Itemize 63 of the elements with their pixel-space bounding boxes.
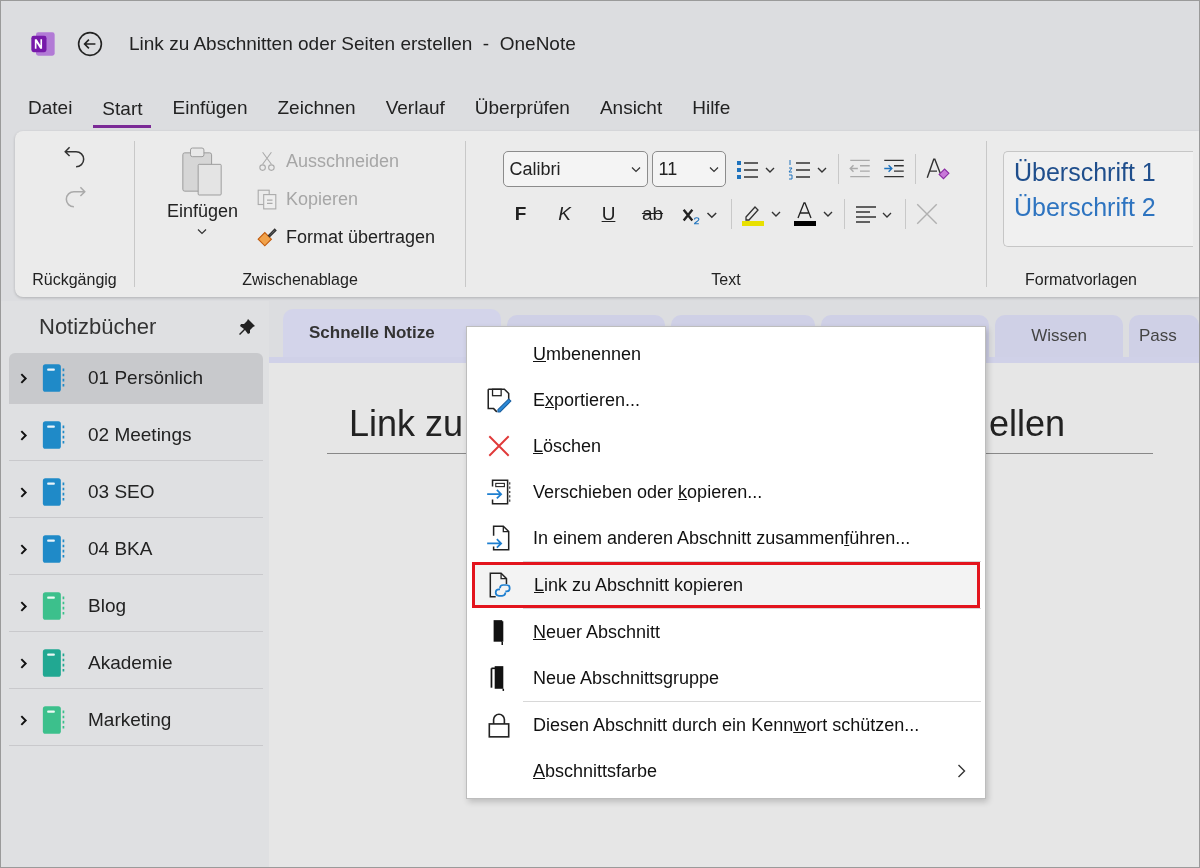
chevron-right-icon xyxy=(19,599,28,613)
menu-tab[interactable]: Hilfe xyxy=(683,88,740,130)
clipboard-button[interactable]: Format übertragen xyxy=(252,219,440,255)
back-icon[interactable] xyxy=(77,31,103,57)
font-size-dropdown[interactable]: 11 xyxy=(651,151,726,187)
menu-tab[interactable]: Zeichnen xyxy=(268,88,365,130)
page-title: Link zu xyxy=(349,403,464,445)
menu-item[interactable]: Neue Abschnittsgruppe xyxy=(471,655,981,701)
notebook-item[interactable]: 01 Persönlich xyxy=(9,353,263,404)
paste-button[interactable]: Einfügen xyxy=(160,143,244,253)
menu-item[interactable]: Löschen xyxy=(471,423,981,469)
paintbrush-icon xyxy=(256,226,278,248)
menu-item[interactable]: Exportieren... xyxy=(471,377,981,423)
chevron-right-icon xyxy=(19,656,28,670)
chevron-right-icon xyxy=(19,428,28,442)
copy-icon xyxy=(256,188,278,210)
section-tab[interactable]: Wissen xyxy=(995,315,1123,357)
chevron-right-icon xyxy=(19,542,28,556)
chevron-right-icon xyxy=(19,485,28,499)
font-dropdown[interactable]: Calibri xyxy=(502,151,648,187)
chevron-right-icon xyxy=(19,371,28,385)
heading-style[interactable]: Überschrift 1 xyxy=(1014,158,1183,187)
menu-item[interactable]: Verschieben oder kopieren... xyxy=(471,469,981,515)
menu-tab[interactable]: Ansicht xyxy=(590,88,672,130)
heading-style[interactable]: Überschrift 2 xyxy=(1014,193,1183,222)
chevron-down-icon xyxy=(197,228,208,235)
onenote-logo-icon xyxy=(29,30,57,58)
chevron-down-icon xyxy=(708,165,719,173)
notebook-item[interactable]: 02 Meetings xyxy=(9,410,263,461)
group-label: Rückgängig xyxy=(32,271,117,290)
chevron-right-icon xyxy=(19,713,28,727)
pin-icon[interactable] xyxy=(237,317,257,337)
menu-item[interactable]: In einem anderen Abschnitt zusammenführen... xyxy=(471,515,981,561)
bold-button[interactable]: F xyxy=(502,199,539,229)
underline-button[interactable]: U xyxy=(590,199,627,229)
group-label: Zwischenablage xyxy=(242,271,358,290)
window-title: Link zu Abschnitten oder Seiten erstellen - OneNote xyxy=(129,33,576,55)
scissors-icon xyxy=(256,150,278,172)
menu-item[interactable]: Neuer Abschnitt xyxy=(471,609,981,655)
chevron-down-icon xyxy=(630,165,641,173)
sidebar-title: Notizbücher xyxy=(39,314,157,340)
group-label: Formatvorlagen xyxy=(1024,271,1137,290)
move-section-icon xyxy=(485,478,513,506)
menu-tab[interactable]: Start xyxy=(93,90,152,128)
strike-button[interactable]: ab xyxy=(634,199,671,229)
notebook-item[interactable]: 03 SEO xyxy=(9,467,263,518)
notebook-item[interactable]: Akademie xyxy=(9,638,263,689)
menu-item[interactable]: Abschnittsfarbe xyxy=(471,748,981,794)
italic-button[interactable]: K xyxy=(546,199,583,229)
menu-tab[interactable]: Datei xyxy=(19,88,82,130)
save-pen-icon xyxy=(485,386,513,414)
menu-tab[interactable]: Einfügen xyxy=(163,88,257,130)
menu-tab[interactable]: Überprüfen xyxy=(465,88,579,130)
menu-item[interactable]: Diesen Abschnitt durch ein Kennwort schützen... xyxy=(471,702,981,748)
menu-item[interactable]: Link zu Abschnitt kopieren xyxy=(472,562,980,608)
section-tab[interactable]: Pass xyxy=(1129,315,1199,357)
section-tab[interactable]: Schnelle Notize xyxy=(283,309,501,357)
menu-tab[interactable]: Verlauf xyxy=(376,88,454,130)
notebook-item[interactable]: 04 BKA xyxy=(9,524,263,575)
group-label: Text xyxy=(711,271,741,290)
page-title: ellen xyxy=(988,403,1065,445)
notebook-item[interactable]: Blog xyxy=(9,581,263,632)
notebook-item[interactable]: Marketing xyxy=(9,695,263,746)
